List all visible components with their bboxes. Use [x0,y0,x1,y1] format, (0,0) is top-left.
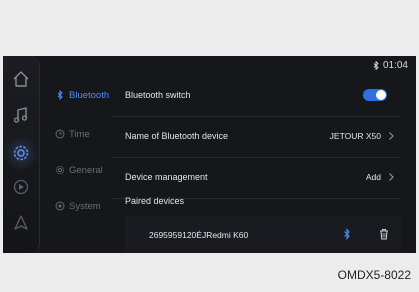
device-management-row[interactable]: Device management Add [111,158,401,199]
menu-item-bluetooth[interactable]: Bluetooth [55,87,109,103]
bluetooth-switch-label: Bluetooth switch [125,90,191,100]
device-management-value: Add [365,172,381,182]
gear-icon [55,165,65,175]
head-unit-screen: Bluetooth Time General System 01:04 Blue… [3,56,416,253]
clock-icon [55,129,65,139]
menu-item-label: General [69,164,103,176]
paired-device-name: 2695959120ÉJRedmi K60 [149,230,249,240]
device-name-label: Name of Bluetooth device [125,131,229,141]
toggle-knob [376,90,386,100]
settings-gear-icon[interactable] [10,142,32,164]
menu-item-label: Time [69,128,90,140]
settings-menu: Bluetooth Time General System [49,56,109,253]
paired-devices-header: Paired devices [125,196,185,206]
menu-item-system[interactable]: System [55,198,101,214]
left-app-rail [3,56,40,253]
delete-trash-icon[interactable] [379,228,389,240]
menu-item-label: Bluetooth [69,89,110,101]
media-icon[interactable] [10,176,32,198]
home-icon[interactable] [10,68,32,90]
menu-item-label: System [69,200,101,212]
menu-item-time[interactable]: Time [55,126,90,142]
bluetooth-icon [55,90,65,100]
figure-code: OMDX5-8022 [337,268,411,282]
status-bar: 01:04 [372,60,408,71]
paired-device-row[interactable]: 2695959120ÉJRedmi K60 [125,216,401,253]
chevron-right-icon [387,131,395,141]
navigation-icon[interactable] [10,212,32,234]
device-name-row[interactable]: Name of Bluetooth device JETOUR X50 [111,117,401,158]
bluetooth-connect-icon[interactable] [343,228,351,240]
bluetooth-switch-row: Bluetooth switch [111,76,401,117]
bluetooth-settings-panel: 01:04 Bluetooth switch Name of Bluetooth… [111,56,416,253]
clock-time: 01:04 [382,60,408,71]
menu-item-general[interactable]: General [55,162,103,178]
music-icon[interactable] [10,104,32,126]
device-name-value: JETOUR X50 [329,131,381,141]
bluetooth-switch-toggle[interactable] [363,89,387,101]
device-management-label: Device management [125,172,208,182]
chevron-right-icon [387,172,395,182]
system-icon [55,201,65,211]
bluetooth-icon [372,61,380,70]
